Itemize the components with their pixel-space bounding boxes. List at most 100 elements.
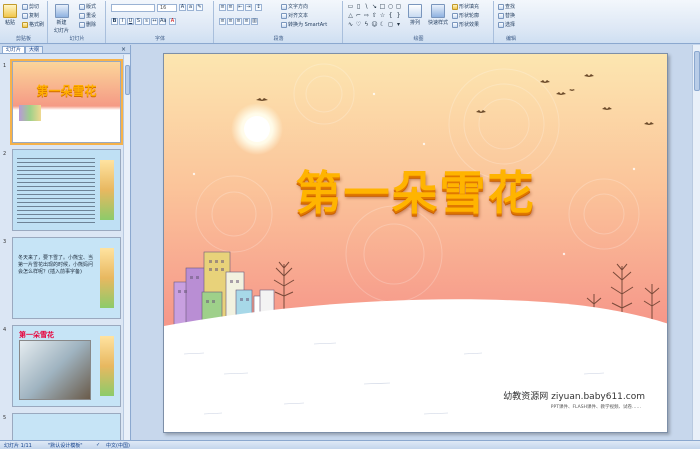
ribbon: 粘贴 剪切 复制 格式刷 剪贴板 新建 幻灯片 版式 重设 删除 幻灯片 16 … xyxy=(0,0,700,44)
shape-fill-button[interactable]: 形状填充 xyxy=(452,3,479,10)
shape-outline-button[interactable]: 形状轮廓 xyxy=(452,12,479,19)
shape-more[interactable]: ▾ xyxy=(395,21,402,28)
font-group: 16 A a ✎ B I U S s ↔ Aa A 字体 xyxy=(107,1,214,43)
reset-icon xyxy=(79,12,85,19)
new-slide-button[interactable]: 新建 幻灯片 xyxy=(54,4,69,34)
italic-button[interactable]: I xyxy=(119,18,126,25)
slide-background xyxy=(164,54,667,432)
shadow-button[interactable]: s xyxy=(143,18,150,25)
char-spacing-button[interactable]: ↔ xyxy=(151,18,158,25)
clear-format-button[interactable]: ✎ xyxy=(196,4,203,11)
increase-indent-button[interactable]: ⇥ xyxy=(245,4,252,11)
tab-slides[interactable]: 幻灯片 xyxy=(2,46,26,53)
slide-title[interactable]: 第一朵雪花 xyxy=(164,157,667,223)
numbering-button[interactable]: ≡ xyxy=(227,4,234,11)
copy-button[interactable]: 复制 xyxy=(22,12,39,19)
slides-panel: 幻灯片 大纲 × 1 第一朵雪花 2 3 冬天来了，要下雪了。小熊宝、当第一片雪… xyxy=(0,45,131,440)
drawing-label: 绘图 xyxy=(413,36,424,42)
shape-oval[interactable]: ○ xyxy=(387,3,394,10)
thumbnail-slide-4[interactable]: 第一朵雪花 xyxy=(12,325,121,407)
shape-arrow[interactable]: ↘ xyxy=(371,3,378,10)
align-center-button[interactable]: ≡ xyxy=(227,18,234,25)
panel-scrollbar[interactable] xyxy=(123,55,130,440)
layout-button[interactable]: 版式 xyxy=(79,3,96,10)
font-color-button[interactable]: A xyxy=(169,18,176,25)
replace-icon xyxy=(498,12,504,19)
pen-icon xyxy=(452,12,458,19)
shape-arrow-right[interactable]: ⇨ xyxy=(363,12,370,19)
select-button[interactable]: 选择 xyxy=(498,21,515,28)
main-scrollbar-thumb[interactable] xyxy=(694,51,700,91)
shape-rounded-rect[interactable]: ▢ xyxy=(395,3,402,10)
shape-curve[interactable]: ∿ xyxy=(347,21,354,28)
main-scrollbar[interactable] xyxy=(692,45,700,440)
shape-rectangle[interactable]: □ xyxy=(379,3,386,10)
close-panel-icon[interactable]: × xyxy=(121,46,126,53)
shrink-font-button[interactable]: a xyxy=(187,4,194,11)
drawing-group: ▭ ▯ \ ↘ □ ○ ▢ △ ⌐ ⇨ ⇧ ☆ { } ∿ ♡ ϟ ☺ ☾ ◻ … xyxy=(344,1,494,43)
slide-canvas[interactable]: 第一朵雪花 幼教资源网 ziyuan.baby611.com PPT课件、FLA… xyxy=(163,53,668,433)
brush-icon xyxy=(22,21,28,28)
font-size-select[interactable]: 16 xyxy=(157,4,177,12)
shape-textbox-vertical[interactable]: ▯ xyxy=(355,3,362,10)
shape-arrow-up[interactable]: ⇧ xyxy=(371,12,378,19)
watermark-text: 幼教资源网 ziyuan.baby611.com xyxy=(503,392,645,402)
shape-corner[interactable]: ⌐ xyxy=(355,12,362,19)
align-left-button[interactable]: ≡ xyxy=(219,18,226,25)
bold-button[interactable]: B xyxy=(111,18,118,25)
thumbnail-slide-5[interactable] xyxy=(12,413,121,440)
align-right-button[interactable]: ≡ xyxy=(235,18,242,25)
grow-font-button[interactable]: A xyxy=(179,4,186,11)
align-text-button[interactable]: 对齐文本 xyxy=(281,12,308,19)
paragraph-label: 段落 xyxy=(273,36,284,42)
thumbnail-title: 第一朵雪花 xyxy=(19,331,54,339)
scrollbar-thumb[interactable] xyxy=(125,65,130,95)
paste-button[interactable]: 粘贴 xyxy=(3,4,17,26)
new-slide-icon xyxy=(54,4,69,18)
shape-star[interactable]: ☆ xyxy=(379,12,386,19)
reset-button[interactable]: 重设 xyxy=(79,12,96,19)
shape-triangle[interactable]: △ xyxy=(347,12,354,19)
strikethrough-button[interactable]: S xyxy=(135,18,142,25)
thumbnail-title: 第一朵雪花 xyxy=(36,84,97,98)
shape-brace[interactable]: { xyxy=(387,12,394,19)
thumbnail-slide-3[interactable]: 冬天来了，要下雪了。小熊宝、当第一片雪花出现的时候，小熊妈问会怎么样呢？(插入前… xyxy=(12,237,121,319)
bullets-button[interactable]: ≡ xyxy=(219,4,226,11)
thumbnail-number: 1 xyxy=(3,63,7,69)
columns-button[interactable]: ▥ xyxy=(251,18,258,25)
shape-moon[interactable]: ☾ xyxy=(379,21,386,28)
thumbnail-number: 4 xyxy=(3,327,7,333)
convert-smartart-button[interactable]: 转换为 SmartArt xyxy=(281,21,327,28)
thumbnail-number: 3 xyxy=(3,239,7,245)
justify-button[interactable]: ≡ xyxy=(243,18,250,25)
thumbnail-slide-1[interactable]: 第一朵雪花 xyxy=(10,59,123,145)
thumbnail-buildings xyxy=(19,105,41,121)
align-text-icon xyxy=(281,12,287,19)
shape-lightning[interactable]: ϟ xyxy=(363,21,370,28)
paint-bucket-icon xyxy=(452,3,458,10)
font-name-select[interactable] xyxy=(111,4,155,12)
text-direction-button[interactable]: 文字方向 xyxy=(281,3,308,10)
shape-brace-right[interactable]: } xyxy=(395,12,402,19)
delete-slide-button[interactable]: 删除 xyxy=(79,21,96,28)
line-spacing-button[interactable]: ↕ xyxy=(255,4,262,11)
spellcheck-icon[interactable]: ✓ xyxy=(96,442,100,448)
underline-button[interactable]: U xyxy=(127,18,134,25)
shape-callout[interactable]: ◻ xyxy=(387,21,394,28)
format-painter-button[interactable]: 格式刷 xyxy=(22,21,44,28)
change-case-button[interactable]: Aa xyxy=(159,18,166,25)
cut-button[interactable]: 剪切 xyxy=(22,3,39,10)
arrange-button[interactable]: 排列 xyxy=(408,4,422,26)
quick-styles-button[interactable]: 快速样式 xyxy=(428,4,448,26)
decrease-indent-button[interactable]: ⇤ xyxy=(237,4,244,11)
shape-line[interactable]: \ xyxy=(363,3,370,10)
find-button[interactable]: 查找 xyxy=(498,3,515,10)
shape-smile[interactable]: ☺ xyxy=(371,21,378,28)
shape-textbox[interactable]: ▭ xyxy=(347,3,354,10)
shape-heart[interactable]: ♡ xyxy=(355,21,362,28)
shape-effects-button[interactable]: 形状效果 xyxy=(452,21,479,28)
tab-outline[interactable]: 大纲 xyxy=(25,46,44,53)
font-label: 字体 xyxy=(154,36,165,42)
thumbnail-slide-2[interactable] xyxy=(12,149,121,231)
replace-button[interactable]: 替换 xyxy=(498,12,515,19)
